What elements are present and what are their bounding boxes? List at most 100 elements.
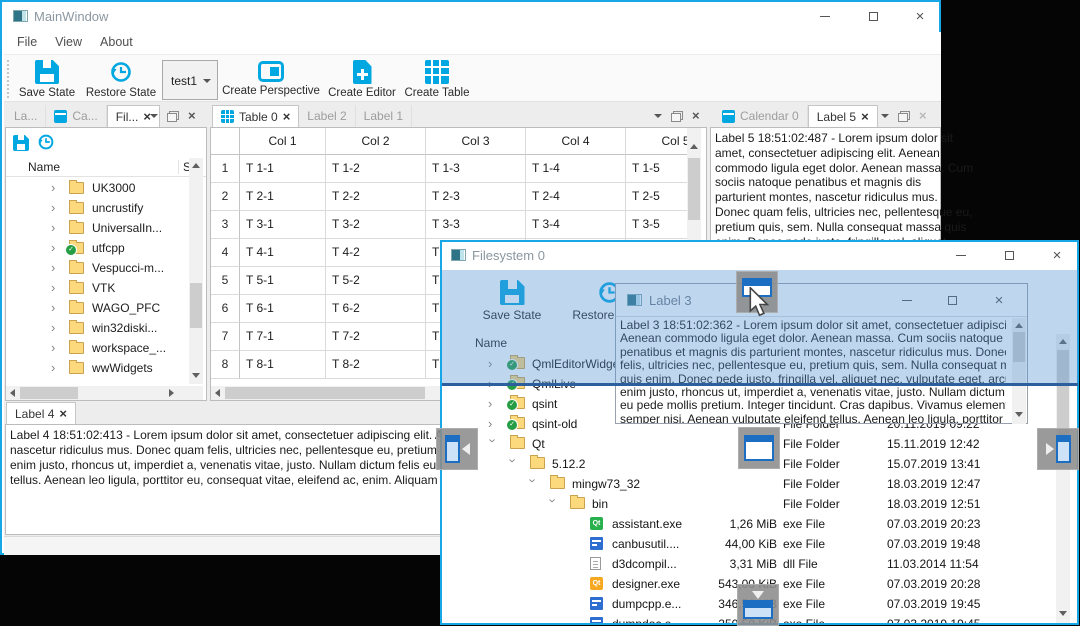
filesystem-titlebar[interactable]: Filesystem 0 × <box>442 242 1077 268</box>
table-cell[interactable]: T 5-2 <box>326 267 426 295</box>
table-cell[interactable]: T 3-1 <box>240 211 326 239</box>
table-cell[interactable]: T 2-5 <box>626 183 687 211</box>
drop-indicator-left[interactable] <box>436 428 478 470</box>
save-state-button[interactable]: Save State <box>14 58 80 99</box>
column-header[interactable]: Col 4 <box>526 128 626 155</box>
vertical-scrollbar[interactable] <box>189 158 203 384</box>
scrollbar-thumb[interactable] <box>688 158 700 220</box>
menu-item-file[interactable]: File <box>12 32 42 52</box>
drop-indicator-center[interactable] <box>738 427 780 469</box>
tab-label1[interactable]: Label 1 <box>356 105 413 127</box>
tab-calendar1[interactable]: Ca... <box>46 105 107 127</box>
table-row[interactable]: 3T 3-1 T 3-2 T 3-3 T 3-4 T 3-5 <box>211 211 687 239</box>
table-cell[interactable]: T 3-3 <box>426 211 526 239</box>
tree-item[interactable]: › UK3000 <box>6 178 188 198</box>
tabs-menu-button[interactable] <box>654 114 662 118</box>
toolbar-drag-handle[interactable] <box>7 60 9 98</box>
horizontal-scrollbar[interactable] <box>6 386 203 400</box>
table-cell[interactable]: T 3-4 <box>526 211 626 239</box>
tree-item[interactable]: › uncrustify <box>6 198 188 218</box>
table-cell[interactable]: T 7-1 <box>240 323 326 351</box>
row-header[interactable]: 4 <box>211 239 240 267</box>
drop-indicator-bottom[interactable] <box>737 584 779 626</box>
save-icon-small[interactable] <box>13 135 29 151</box>
filesystem-row[interactable]: Qt assistant.exe 1,26 MiB exe File 07.03.201… <box>442 514 1054 534</box>
filesystem-row[interactable]: › bin File Folder 18.03.2019 12:51 <box>442 494 1054 514</box>
chevron-right-icon[interactable]: › <box>51 180 61 195</box>
maximize-button[interactable] <box>858 6 888 27</box>
table-cell[interactable]: T 2-3 <box>426 183 526 211</box>
tab-label5[interactable]: Label 5 × <box>807 105 878 127</box>
tree-item[interactable]: › utfcpp <box>6 238 188 258</box>
dock-close-button[interactable]: × <box>692 109 700 122</box>
perspective-combo[interactable]: test1 <box>162 60 218 100</box>
chevron-right-icon[interactable]: › <box>51 340 61 355</box>
tab-close-icon[interactable]: × <box>861 110 869 123</box>
float-button[interactable] <box>671 110 683 122</box>
tab-label4[interactable]: Label 4 × <box>6 402 76 424</box>
table-cell[interactable]: T 4-1 <box>240 239 326 267</box>
table-cell[interactable]: T 4-2 <box>326 239 426 267</box>
restore-icon-small[interactable] <box>37 133 55 156</box>
tab-close-icon[interactable]: × <box>59 407 67 420</box>
scrollbar-thumb[interactable] <box>225 387 425 399</box>
tree-item[interactable]: › workspace_... <box>6 338 188 358</box>
row-header[interactable]: 6 <box>211 295 240 323</box>
filesystem-row[interactable]: d3dcompil... 3,31 MiB dll File 11.03.2014 1… <box>442 554 1054 574</box>
row-header[interactable]: 3 <box>211 211 240 239</box>
create-editor-button[interactable]: Create Editor <box>326 58 398 99</box>
main-titlebar[interactable]: MainWindow × <box>2 2 939 30</box>
table-cell[interactable]: T 2-2 <box>326 183 426 211</box>
row-header[interactable]: 7 <box>211 323 240 351</box>
tab-label2[interactable]: Label 2 <box>299 105 356 127</box>
tree-item[interactable]: › VTK <box>6 278 188 298</box>
tab-close-icon[interactable]: × <box>283 110 291 123</box>
chevron-right-icon[interactable]: › <box>51 320 61 335</box>
menu-item-about[interactable]: About <box>95 32 138 52</box>
minimize-button[interactable] <box>810 6 840 27</box>
name-column-header[interactable]: Name <box>28 160 60 174</box>
table-cell[interactable]: T 3-2 <box>326 211 426 239</box>
chevron-right-icon[interactable]: › <box>51 220 61 235</box>
table-cell[interactable]: T 6-1 <box>240 295 326 323</box>
table-cell[interactable]: T 1-2 <box>326 155 426 183</box>
create-table-button[interactable]: Create Table <box>402 58 472 99</box>
tree-item[interactable]: › win32diski... <box>6 318 188 338</box>
chevron-right-icon[interactable]: › <box>51 240 61 255</box>
chevron-right-icon[interactable]: › <box>51 200 61 215</box>
table-cell[interactable]: T 7-2 <box>326 323 426 351</box>
column-header[interactable]: Col 2 <box>326 128 426 155</box>
column-header[interactable]: Col 1 <box>240 128 326 155</box>
chevron-down-icon[interactable]: › <box>526 479 541 489</box>
column-header[interactable]: Col 3 <box>426 128 526 155</box>
row-header[interactable]: 8 <box>211 351 240 379</box>
chevron-down-icon[interactable]: › <box>486 439 501 449</box>
table-cell[interactable]: T 8-1 <box>240 351 326 379</box>
maximize-button[interactable] <box>994 245 1024 266</box>
dock-close-button[interactable]: × <box>919 109 927 122</box>
table-cell[interactable]: T 2-1 <box>240 183 326 211</box>
table-cell[interactable]: T 1-1 <box>240 155 326 183</box>
tree-item[interactable]: › Vespucci-m... <box>6 258 188 278</box>
scrollbar-thumb[interactable] <box>190 283 202 328</box>
tree-item[interactable]: › WAGO_PFC <box>6 298 188 318</box>
chevron-right-icon[interactable]: › <box>51 360 61 375</box>
table-cell[interactable]: T 6-2 <box>326 295 426 323</box>
filesystem-row[interactable]: canbusutil.... 44,00 KiB exe File 07.03.201… <box>442 534 1054 554</box>
create-perspective-button[interactable]: Create Perspective <box>222 58 320 97</box>
drop-indicator-right[interactable] <box>1037 428 1079 470</box>
tab-table0[interactable]: Table 0 × <box>212 105 300 127</box>
float-button[interactable] <box>898 110 910 122</box>
chevron-right-icon[interactable]: › <box>488 396 498 411</box>
chevron-right-icon[interactable]: › <box>51 300 61 315</box>
table-cell[interactable]: T 1-4 <box>526 155 626 183</box>
table-cell[interactable]: T 1-5 <box>626 155 687 183</box>
table-cell[interactable]: T 2-4 <box>526 183 626 211</box>
tree-item[interactable]: › wwWidgets <box>6 358 188 378</box>
tabs-menu-button[interactable] <box>150 114 158 118</box>
chevron-right-icon[interactable]: › <box>51 280 61 295</box>
tab-calendar0[interactable]: Calendar 0 <box>714 105 808 127</box>
table-cell[interactable]: T 8-2 <box>326 351 426 379</box>
float-button[interactable] <box>167 110 179 122</box>
table-cell[interactable]: T 3-5 <box>626 211 687 239</box>
